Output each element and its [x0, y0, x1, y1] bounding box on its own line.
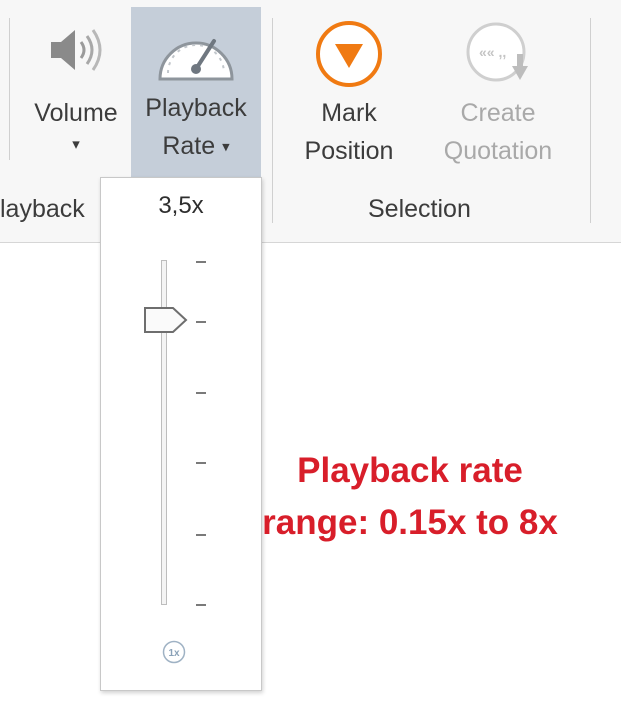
annotation-line2: range: 0.15x to 8x [262, 503, 558, 542]
slider-tick [196, 462, 206, 464]
group-separator [272, 18, 273, 223]
speedometer-icon [158, 39, 234, 81]
create-quotation-label-line1: Create [460, 99, 536, 127]
slider-tick [196, 604, 206, 606]
rate-slider-thumb[interactable] [141, 306, 189, 334]
svg-text:«« ,,: «« ,, [479, 44, 506, 60]
slider-tick [196, 534, 206, 536]
playback-rate-label-line1: Playback [145, 94, 247, 122]
range-annotation: Playback rate range: 0.15x to 8x [210, 445, 610, 549]
group-separator [9, 18, 10, 160]
slider-tick [196, 321, 206, 323]
playback-rate-popup: 3,5x 1x [100, 177, 262, 691]
quotation-icon: «« ,, [466, 22, 528, 82]
mark-down-arrow-icon [316, 21, 382, 87]
volume-button[interactable]: Volume ▾ [20, 12, 132, 174]
slider-tick [196, 261, 206, 263]
mark-position-label-line2: Position [304, 137, 394, 165]
playback-rate-button[interactable]: Playback Rate ▾ [131, 7, 261, 177]
chevron-down-icon: ▾ [222, 138, 230, 156]
create-quotation-label-line2: Quotation [443, 137, 553, 165]
group-separator [590, 18, 591, 223]
playback-rate-label-line2-wrap: Rate ▾ [131, 127, 261, 166]
playback-rate-label-line2: Rate [162, 132, 216, 160]
group-label-playback: layback [0, 195, 85, 223]
reset-rate-button[interactable]: 1x [162, 640, 186, 664]
mark-position-button[interactable]: Mark Position [288, 12, 410, 174]
ribbon-toolbar: Volume ▾ Playback Rate ▾ layback Mark Po… [0, 0, 621, 243]
group-label-selection: Selection [368, 195, 471, 223]
speaker-icon [51, 29, 102, 71]
create-quotation-button[interactable]: «« ,, Create Quotation [420, 12, 576, 174]
slider-tick [196, 392, 206, 394]
rate-value: 3,5x [158, 192, 204, 219]
annotation-line1: Playback rate [297, 451, 523, 490]
chevron-down-icon: ▾ [72, 136, 80, 153]
volume-label: Volume [34, 99, 118, 127]
mark-position-label-line1: Mark [321, 99, 377, 127]
reset-rate-label: 1x [168, 648, 180, 659]
